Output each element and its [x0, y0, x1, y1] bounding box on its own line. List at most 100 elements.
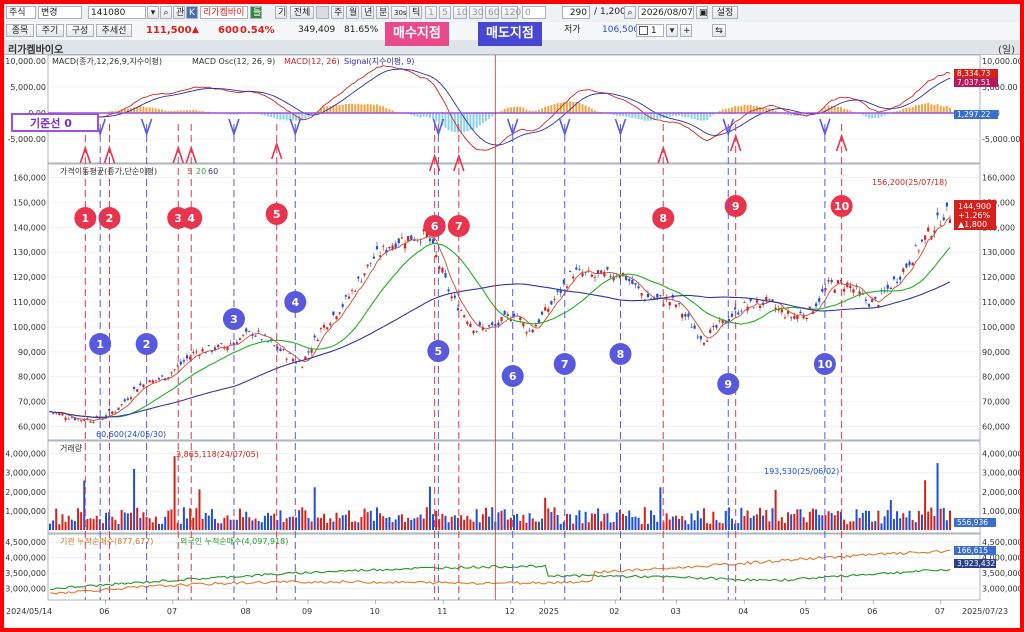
macd-tick: 5,000.00	[10, 83, 46, 92]
candle-body	[690, 326, 693, 328]
macd-osc-bar	[344, 103, 347, 113]
calendar-search-icon[interactable]: ⌕	[624, 6, 636, 19]
watch-button[interactable]: 관	[173, 6, 185, 19]
all-button[interactable]: 전체	[290, 6, 314, 19]
date-input[interactable]: 2026/08/07	[638, 6, 694, 19]
volume-bar	[251, 520, 254, 530]
volume-bar	[852, 521, 855, 530]
candle-body	[864, 299, 868, 301]
volume-bar	[858, 517, 861, 530]
candle-body	[593, 276, 597, 278]
period-tab-minute[interactable]: 분	[376, 6, 389, 19]
interval-input[interactable]: 0	[522, 6, 546, 19]
macd-osc-bar	[472, 113, 475, 130]
period-tab-30s[interactable]: 30s	[391, 6, 407, 19]
volume-bar	[612, 522, 615, 530]
sync-icon[interactable]: ⇆	[712, 24, 726, 37]
volume-bar	[419, 514, 422, 530]
num-5[interactable]: 5	[439, 6, 451, 19]
period-tab-month[interactable]: 월	[346, 6, 359, 19]
candle-body	[363, 273, 366, 276]
macd-osc-bar	[693, 113, 696, 120]
num-120[interactable]: 120	[501, 6, 521, 19]
tab-compose[interactable]: 구성	[66, 24, 94, 37]
volume-bar	[444, 515, 447, 530]
add-icon[interactable]: +	[680, 24, 692, 37]
tab-trendline[interactable]: 추세선	[96, 24, 132, 37]
search-icon[interactable]: ⌕	[160, 6, 172, 19]
volume-bar	[871, 521, 874, 530]
volume-bar	[531, 518, 534, 530]
volume-bar	[357, 522, 360, 530]
volume-bar	[815, 509, 818, 530]
price-tick: 160,000	[13, 173, 46, 182]
candle-body	[326, 327, 329, 330]
macd-osc-bar	[484, 113, 487, 122]
spinner-input[interactable]: 1	[636, 24, 664, 37]
period-tab-tick[interactable]: 틱	[409, 6, 422, 19]
macd-osc-bar	[516, 106, 519, 113]
volume-bar	[307, 517, 310, 530]
candle-body	[544, 307, 547, 311]
day-button[interactable]	[316, 6, 329, 19]
volume-bar	[793, 513, 796, 530]
volume-bar	[924, 480, 927, 530]
volume-bar	[170, 509, 173, 530]
tab-stock[interactable]: 종목	[6, 24, 34, 37]
ma20-legend: 20	[196, 167, 206, 176]
price-tag-2: +1.26%	[958, 211, 991, 220]
macd-osc-bar	[357, 103, 360, 113]
candle-body	[718, 320, 721, 322]
period-button[interactable]: 틀	[250, 6, 262, 19]
macd-osc-bar	[924, 103, 927, 113]
flow-tag-1: 166,615	[957, 546, 988, 555]
volume-bar	[671, 516, 674, 530]
volume-mark-annotation: 193,530(25/06/02)	[764, 467, 839, 476]
candle-body	[301, 367, 304, 369]
volume-bar	[765, 509, 768, 530]
num-60[interactable]: 60	[485, 6, 499, 19]
volume-bar	[911, 519, 914, 530]
volume-bar	[628, 510, 631, 530]
volume-bar	[198, 489, 201, 530]
macd-osc-bar	[276, 113, 279, 119]
volume-tick: 4,000,000	[5, 450, 46, 459]
gi-button[interactable]: 기	[275, 6, 287, 19]
period-tab-week[interactable]: 주	[331, 6, 344, 19]
volume-bar	[186, 518, 189, 530]
candle-body	[830, 279, 833, 283]
num-30[interactable]: 30	[469, 6, 483, 19]
date-tick: 10	[370, 607, 380, 616]
market-select[interactable]: 주식	[6, 6, 36, 19]
price-tick: 120,000	[13, 273, 46, 282]
count-input[interactable]: 290	[562, 6, 590, 19]
candle-body	[752, 307, 755, 309]
period-tab-year[interactable]: 년	[361, 6, 374, 19]
code-dropdown-icon[interactable]: ▾	[147, 6, 159, 19]
candle-body	[217, 344, 220, 348]
volume-bar	[285, 518, 288, 530]
price-tick: 70,000	[18, 398, 46, 407]
volume-tick-right: 3,000,000	[982, 469, 1020, 478]
num-1[interactable]: 1	[425, 6, 437, 19]
mode-select[interactable]: 변경	[38, 6, 82, 19]
macd-osc-bar	[911, 107, 914, 113]
volume-bar	[653, 515, 656, 530]
save-icon[interactable]: ▣	[696, 6, 708, 19]
candle-body	[117, 407, 120, 410]
exchange-icon[interactable]: K	[186, 6, 198, 19]
settings-button[interactable]: 설정	[712, 6, 738, 19]
volume-bar	[416, 517, 419, 530]
tab-cycle[interactable]: 주기	[36, 24, 64, 37]
volume-bar	[319, 518, 322, 530]
macd-osc-bar	[917, 104, 920, 113]
date-tick: 07	[167, 607, 177, 616]
volume-bar	[942, 508, 945, 530]
code-input[interactable]: 141080	[88, 6, 146, 19]
volume-tick: 3,000,000	[5, 469, 46, 478]
spinner-down-icon[interactable]: ▾	[666, 24, 678, 37]
candle-body	[329, 323, 332, 326]
num-10[interactable]: 10	[453, 6, 467, 19]
macd-osc-bar	[475, 113, 478, 128]
candle-body	[895, 281, 899, 283]
